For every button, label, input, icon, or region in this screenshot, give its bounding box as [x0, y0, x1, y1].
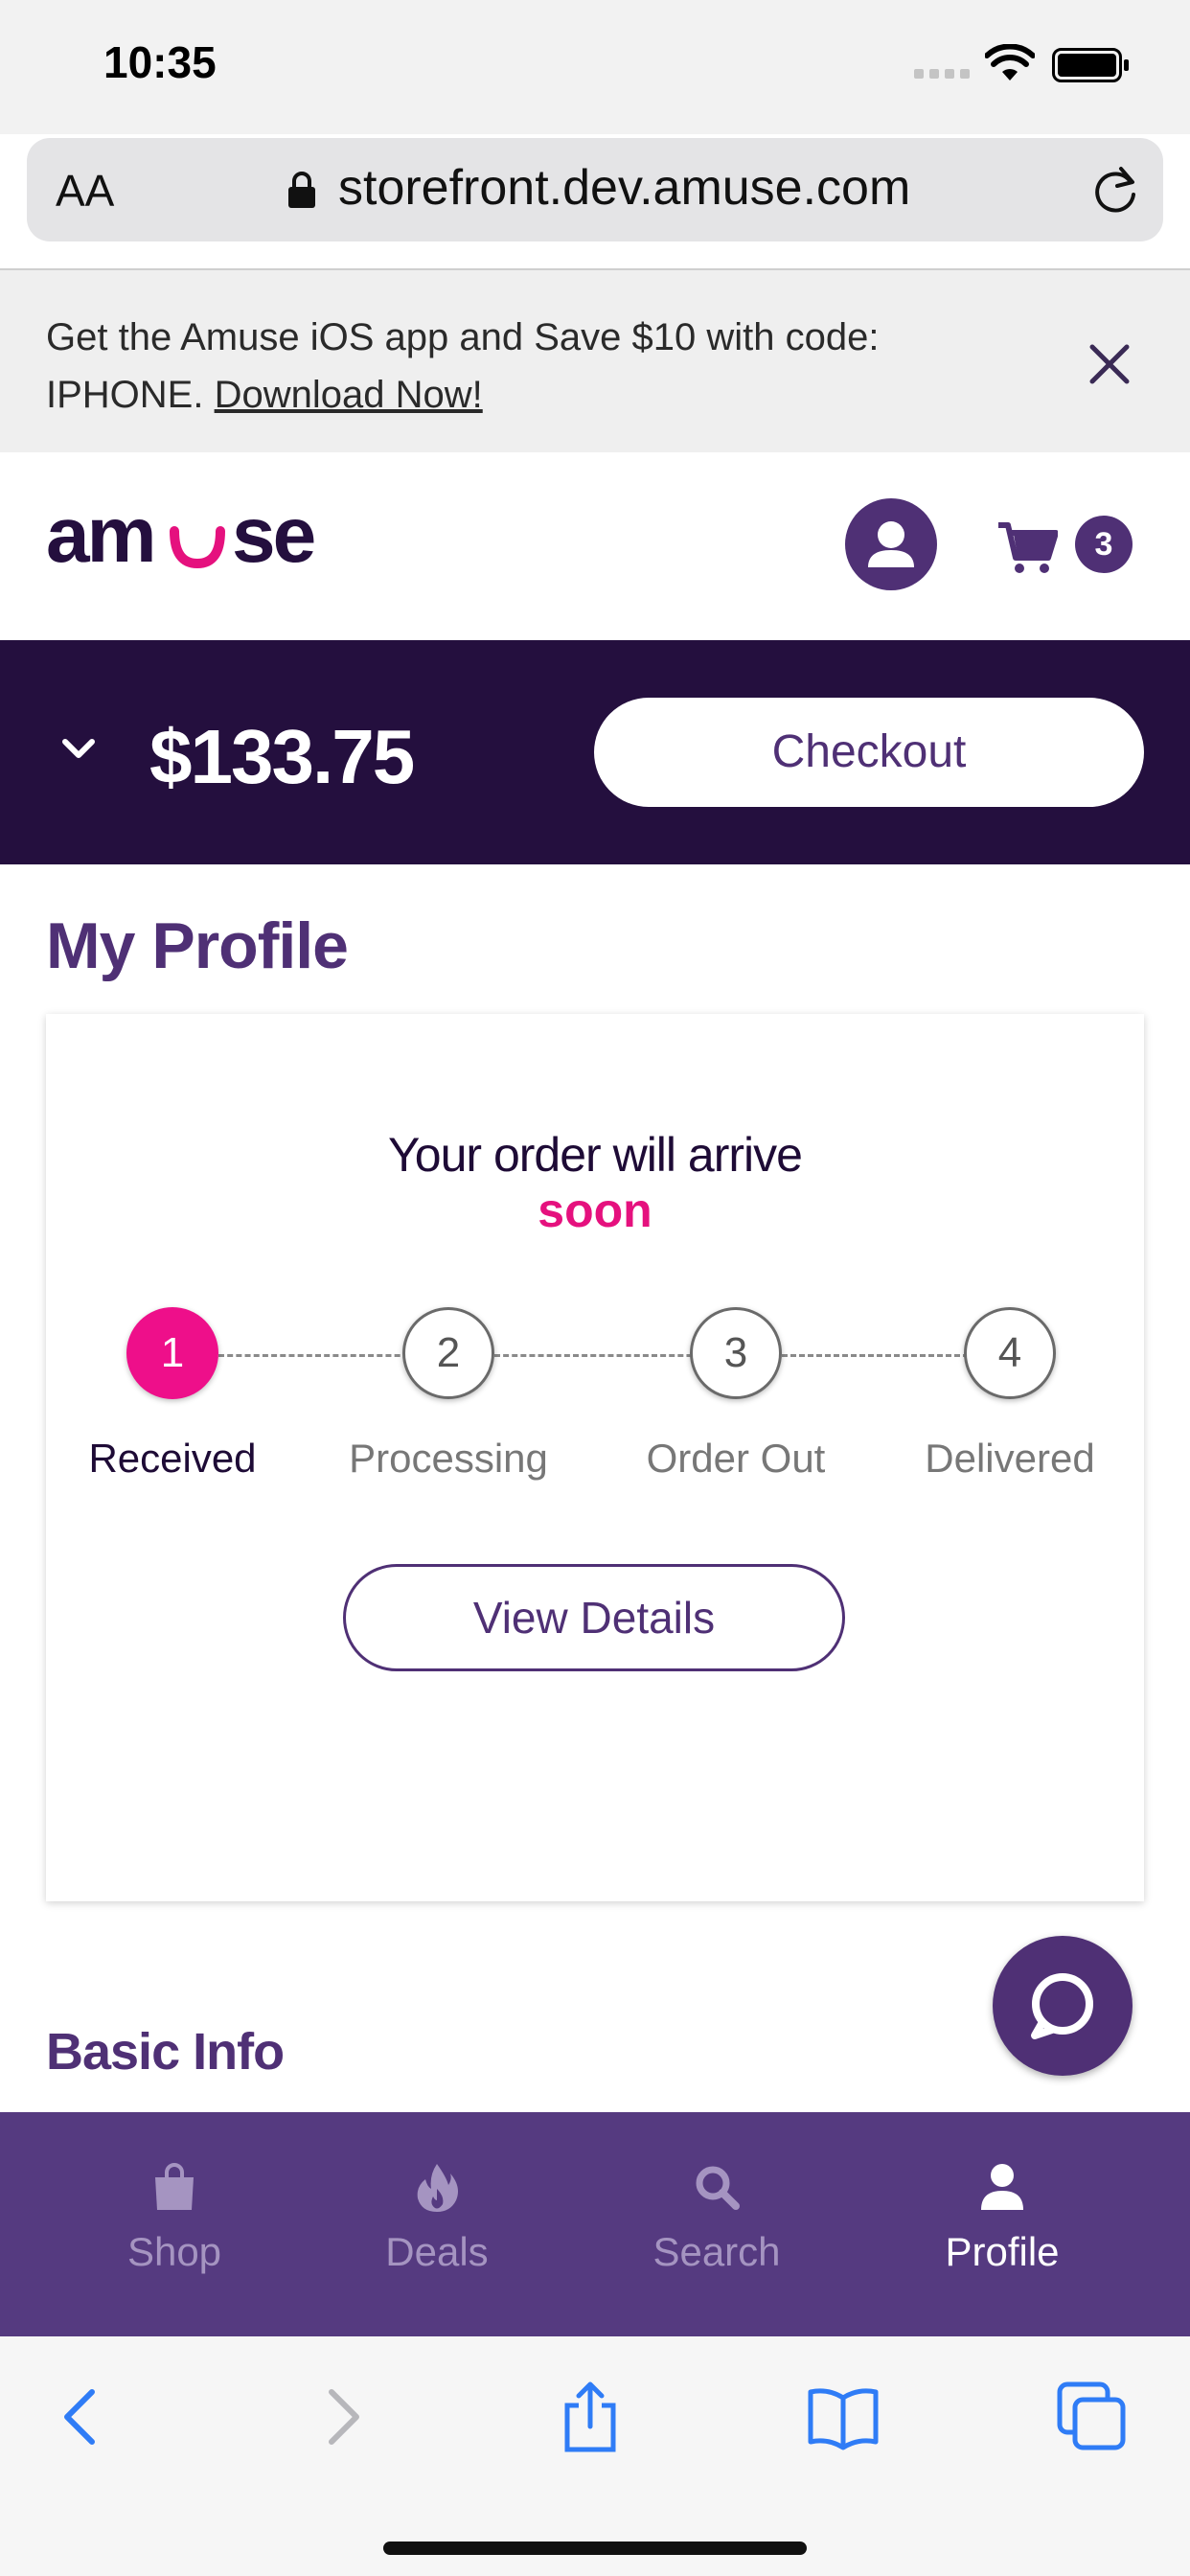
status-time: 10:35: [103, 37, 217, 87]
tab-profile[interactable]: Profile: [878, 2112, 1127, 2336]
close-icon[interactable]: [1081, 335, 1138, 393]
order-heading-accent: soon: [538, 1184, 652, 1237]
status-bar: 10:35: [0, 0, 1190, 134]
step-1-circle: 1: [126, 1307, 218, 1399]
step-4-label: Delivered: [925, 1436, 1095, 1481]
person-icon: [981, 2164, 1023, 2210]
flame-icon: [417, 2164, 458, 2212]
tab-label: Search: [652, 2229, 781, 2274]
tab-label: Deals: [385, 2229, 489, 2274]
step-1-label: Received: [88, 1436, 257, 1481]
banner-text: Get the Amuse iOS app and Save $10 with …: [46, 309, 1004, 424]
cart-total: $133.75: [149, 714, 415, 799]
tab-label: Shop: [126, 2229, 222, 2274]
bookmarks-icon[interactable]: [805, 2379, 881, 2455]
home-indicator: [383, 2542, 807, 2555]
step-2-label: Processing: [349, 1436, 548, 1481]
person-icon: [868, 521, 914, 567]
view-details-button[interactable]: View Details: [343, 1564, 845, 1671]
step-2-circle: 2: [402, 1307, 494, 1399]
battery-icon: [1052, 48, 1129, 82]
chat-button[interactable]: [993, 1936, 1133, 2076]
svg-text:am: am: [46, 502, 154, 579]
tab-deals[interactable]: Deals: [312, 2112, 561, 2336]
text-size-button[interactable]: AA: [56, 165, 114, 217]
site-header: am se 3: [0, 452, 1190, 640]
lock-icon: [288, 172, 315, 208]
share-icon[interactable]: [552, 2379, 629, 2455]
svg-text:se: se: [232, 502, 314, 579]
tab-label: Profile: [945, 2229, 1060, 2274]
app-download-banner: Get the Amuse iOS app and Save $10 with …: [0, 270, 1190, 452]
step-3-label: Order Out: [646, 1436, 826, 1481]
url-text[interactable]: storefront.dev.amuse.com: [338, 159, 910, 217]
page-title: My Profile: [46, 909, 349, 982]
order-heading: Your order will arrive: [388, 1128, 803, 1182]
cellular-signal-icon: [914, 69, 970, 79]
download-now-link[interactable]: Download Now!: [215, 374, 483, 416]
reload-icon[interactable]: [1088, 163, 1142, 217]
tab-search[interactable]: Search: [592, 2112, 841, 2336]
bottom-tab-bar: Shop Deals Search Profile: [0, 2112, 1190, 2336]
checkout-button[interactable]: Checkout: [594, 698, 1144, 807]
cart-total-bar: $133.75 Checkout: [0, 640, 1190, 864]
shopping-bag-icon: [155, 2163, 194, 2210]
chat-icon: [1031, 1973, 1093, 2039]
back-icon[interactable]: [44, 2379, 121, 2455]
search-icon: [696, 2166, 740, 2210]
amuse-logo[interactable]: am se: [46, 502, 343, 579]
address-bar[interactable]: AA storefront.dev.amuse.com: [27, 138, 1163, 242]
basic-info-title: Basic Info: [46, 2023, 285, 2081]
wifi-icon: [985, 44, 1035, 80]
chevron-down-icon[interactable]: [59, 736, 98, 761]
order-status-card: Your order will arrive soon 1 2 3 4 Rece…: [46, 1014, 1144, 1901]
step-3-circle: 3: [690, 1307, 782, 1399]
cart-icon[interactable]: [996, 519, 1058, 575]
step-connector: [218, 1354, 418, 1357]
tabs-icon[interactable]: [1054, 2379, 1131, 2455]
step-4-circle: 4: [964, 1307, 1056, 1399]
browser-toolbar: [0, 2336, 1190, 2576]
tab-shop[interactable]: Shop: [50, 2112, 299, 2336]
cart-count-badge: 3: [1075, 516, 1133, 573]
forward-icon[interactable]: [303, 2379, 379, 2455]
account-button[interactable]: [845, 498, 937, 590]
